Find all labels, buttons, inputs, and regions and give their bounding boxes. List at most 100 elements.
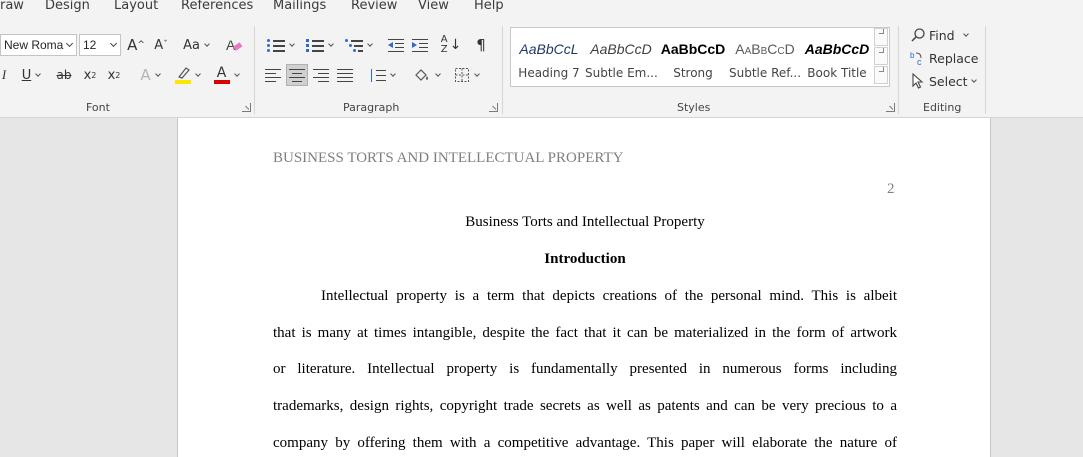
italic-button[interactable]: I <box>0 64 8 86</box>
borders-icon <box>454 68 469 82</box>
numbering-button[interactable] <box>302 34 336 56</box>
group-divider <box>254 26 255 114</box>
group-divider <box>985 26 986 114</box>
justify-icon <box>337 68 353 82</box>
tab-design[interactable]: Design <box>45 0 90 13</box>
tab-help[interactable]: Help <box>474 0 504 13</box>
svg-text:A: A <box>226 37 236 53</box>
grow-font-button[interactable]: A ^ <box>125 34 147 56</box>
styles-dialog-launcher-icon[interactable] <box>886 103 895 112</box>
text-effects-icon: A <box>140 66 151 84</box>
highlighter-icon <box>174 66 191 84</box>
group-divider <box>502 26 503 114</box>
gallery-more-icon[interactable] <box>874 66 888 84</box>
borders-button[interactable] <box>450 64 482 86</box>
font-dialog-launcher-icon[interactable] <box>242 103 251 112</box>
replace-icon: b c <box>910 51 922 66</box>
change-case-button[interactable]: Aa <box>179 34 213 56</box>
show-formatting-button[interactable]: ¶ <box>472 34 490 56</box>
style-name: Book Title <box>807 66 867 80</box>
strikethrough-button[interactable]: ab <box>55 64 73 86</box>
svg-text:c: c <box>917 57 922 66</box>
paragraph-line: Intellectual property is a term that dep… <box>321 288 897 304</box>
style-subtle-reference[interactable]: AaBbCcD Subtle Ref... <box>729 30 801 85</box>
style-name: Strong <box>673 66 713 80</box>
find-button[interactable]: Find <box>910 25 969 45</box>
style-name: Subtle Ref... <box>729 66 801 80</box>
font-size-dropdown[interactable]: 12 <box>79 34 121 56</box>
justify-button[interactable] <box>335 64 355 86</box>
strikethrough-icon: ab <box>56 68 72 82</box>
bullet-list-icon <box>266 38 285 52</box>
replace-button[interactable]: b c Replace <box>910 48 978 68</box>
document-canvas: BUSINESS TORTS AND INTELLECTUAL PROPERTY… <box>0 118 1083 457</box>
align-right-icon <box>313 68 329 82</box>
style-sample: AaBbCcL <box>519 41 579 57</box>
pilcrow-icon: ¶ <box>476 36 486 54</box>
style-book-title[interactable]: AaBbCcD Book Title <box>801 30 873 85</box>
multilevel-list-icon <box>344 38 363 52</box>
paragraph-dialog-launcher-icon[interactable] <box>489 103 498 112</box>
superscript-icon: x <box>107 67 116 83</box>
sort-button[interactable]: A Z ↓ <box>440 34 462 56</box>
font-group-label: Font <box>86 101 110 114</box>
grow-font-icon: A <box>127 36 138 54</box>
clear-formatting-icon: A <box>226 37 243 53</box>
paragraph-line: that is many at times intangible, despit… <box>273 325 897 341</box>
document-title: Business Torts and Intellectual Property <box>465 214 705 230</box>
chevron-down-icon <box>970 76 977 83</box>
style-subtle-emphasis[interactable]: AaBbCcD Subtle Em... <box>585 30 657 85</box>
multilevel-list-button[interactable] <box>342 34 374 56</box>
tab-layout[interactable]: Layout <box>114 0 158 13</box>
decrease-indent-icon <box>388 38 404 52</box>
chevron-down-icon <box>109 39 118 48</box>
tab-review[interactable]: Review <box>351 0 397 13</box>
page-number: 2 <box>887 181 895 197</box>
style-heading-7[interactable]: AaBbCcL Heading 7 <box>513 30 585 85</box>
clear-formatting-button[interactable]: A <box>224 34 244 56</box>
align-center-icon <box>289 68 305 82</box>
select-label: Select <box>929 73 968 89</box>
tab-mailings[interactable]: Mailings <box>273 0 326 13</box>
chevron-down-icon <box>962 30 969 37</box>
font-color-button[interactable]: A <box>210 64 242 86</box>
bullets-button[interactable] <box>263 34 297 56</box>
styles-gallery: AaBbCcL Heading 7 AaBbCcD Subtle Em... A… <box>510 27 890 87</box>
shading-button[interactable] <box>410 64 442 86</box>
subscript-icon: x <box>83 67 92 83</box>
style-sample: AaBbCcD <box>590 41 652 57</box>
select-button[interactable]: Select <box>910 71 977 91</box>
line-spacing-icon <box>370 68 386 82</box>
increase-indent-icon <box>412 38 428 52</box>
font-name-value: New Roma <box>4 38 64 52</box>
style-name: Subtle Em... <box>585 66 657 80</box>
line-spacing-button[interactable] <box>366 64 398 86</box>
align-left-icon <box>265 68 281 82</box>
subscript-button[interactable]: x2 <box>82 64 98 86</box>
underline-button[interactable]: U <box>15 64 47 86</box>
align-center-button[interactable] <box>286 64 308 86</box>
tab-view[interactable]: View <box>418 0 449 13</box>
style-sample: AaBbCcD <box>735 41 795 57</box>
paragraph-group-label: Paragraph <box>343 101 400 114</box>
sort-icon: AZ <box>440 34 448 55</box>
decrease-indent-button[interactable] <box>386 34 406 56</box>
shrink-font-icon: A <box>154 37 164 53</box>
document-page[interactable]: BUSINESS TORTS AND INTELLECTUAL PROPERTY… <box>177 118 991 457</box>
highlight-button[interactable] <box>171 64 203 86</box>
numbered-list-icon <box>305 38 324 52</box>
align-right-button[interactable] <box>311 64 331 86</box>
shrink-font-button[interactable]: Aˇ <box>151 34 171 56</box>
align-left-button[interactable] <box>263 64 283 86</box>
gallery-scroll-up-icon[interactable] <box>874 28 888 46</box>
style-strong[interactable]: AaBbCcD Strong <box>657 30 729 85</box>
paragraph-line: company by offering them with a competit… <box>273 435 897 451</box>
gallery-scroll-down-icon[interactable] <box>874 47 888 65</box>
style-sample: AaBbCcD <box>804 41 870 57</box>
text-effects-button[interactable]: A <box>135 64 165 86</box>
font-name-dropdown[interactable]: New Roma <box>0 34 77 56</box>
superscript-button[interactable]: x2 <box>106 64 122 86</box>
increase-indent-button[interactable] <box>410 34 430 56</box>
tab-references[interactable]: References <box>181 0 253 13</box>
tab-draw[interactable]: raw <box>0 0 24 13</box>
